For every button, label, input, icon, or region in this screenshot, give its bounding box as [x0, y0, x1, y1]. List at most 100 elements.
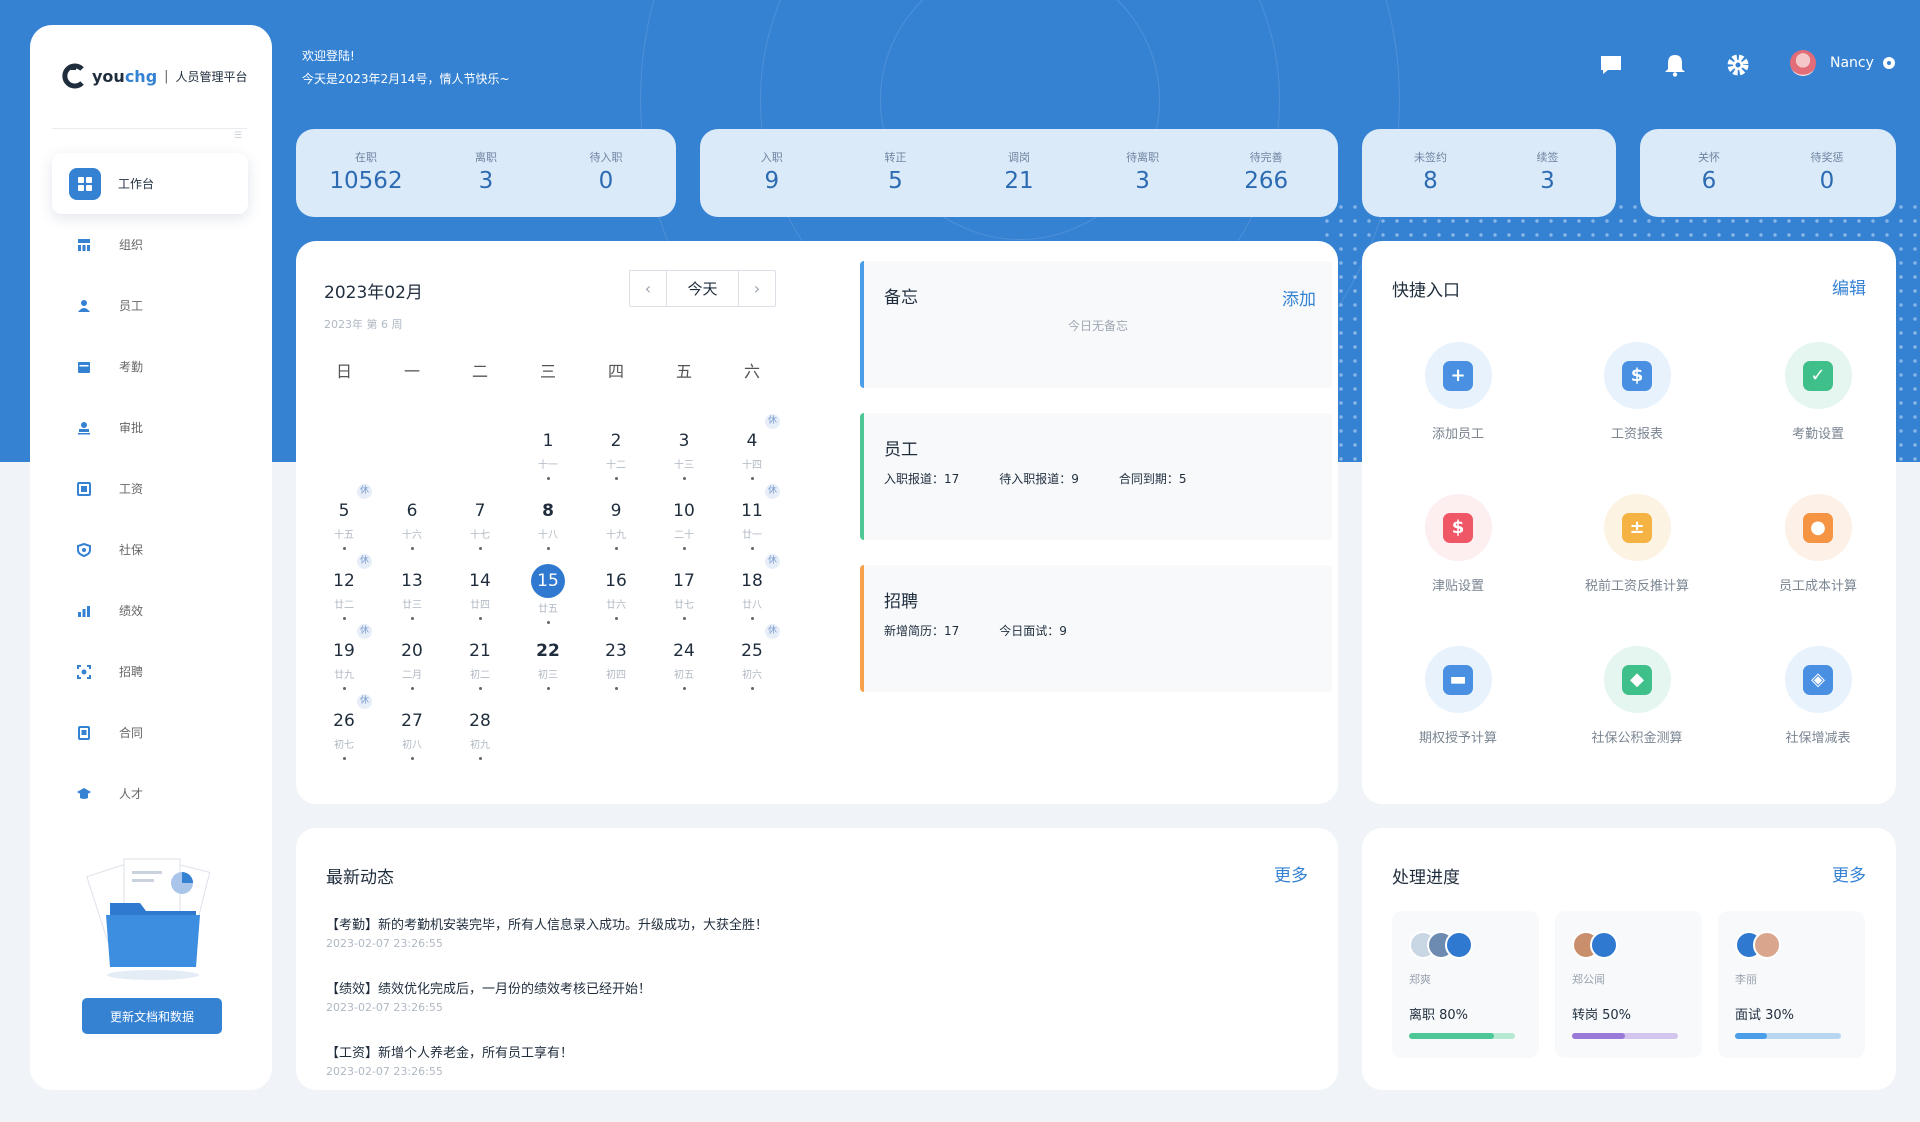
calendar-day[interactable]: 24 初五	[664, 638, 704, 690]
calendar-day[interactable]: 27 初八	[392, 708, 432, 760]
calendar-day[interactable]: 21 初二	[460, 638, 500, 690]
event-dot	[750, 477, 754, 480]
calendar-day[interactable]: 16 廿六	[596, 568, 636, 620]
calendar-day[interactable]: 4 十四 休	[732, 414, 780, 480]
add-memo-button[interactable]: 添加	[1282, 285, 1316, 310]
progress-item[interactable]: 李丽 面试 30%	[1718, 911, 1865, 1058]
stat-value: 6	[1701, 168, 1717, 194]
calendar-day[interactable]: 10 二十	[664, 498, 704, 550]
lunar-date: 廿三	[402, 600, 422, 611]
quick-entry-item[interactable]: + 添加员工	[1388, 342, 1528, 442]
graduation-icon	[76, 786, 92, 802]
calendar-day[interactable]: 2 十二	[596, 428, 636, 480]
calendar-day[interactable]: 28 初九	[460, 708, 500, 760]
sidebar-item-performance[interactable]: 绩效	[52, 580, 248, 641]
stat-unsigned[interactable]: 未签约 8	[1381, 129, 1481, 217]
calendar-day[interactable]: 6 十六	[392, 498, 432, 550]
calendar-week: 2023年 第 6 周	[324, 318, 403, 331]
calendar-day[interactable]: 12 廿二 休	[324, 554, 372, 620]
quick-entry-item[interactable]: $ 工资报表	[1567, 342, 1707, 442]
sidebar-item-payroll[interactable]: 工资	[52, 458, 248, 519]
employee-title: 员工	[884, 440, 918, 460]
edit-quick-button[interactable]: 编辑	[1832, 274, 1866, 299]
weekday-label: 二	[471, 362, 488, 381]
stat-value: 10562	[329, 168, 403, 194]
recruit-panel[interactable]: 招聘 新增简历：17 今日面试：9	[860, 565, 1332, 692]
calendar-day[interactable]: 22 初三	[528, 638, 568, 690]
today-button[interactable]: 今天	[666, 271, 739, 306]
calendar-day[interactable]: 19 廿九 休	[324, 624, 372, 690]
quick-entry-item[interactable]: ✓ 考勤设置	[1748, 342, 1888, 442]
calendar-day[interactable]: 9 十九	[596, 498, 636, 550]
stat-rewards[interactable]: 待奖惩 0	[1777, 129, 1877, 217]
calendar-day[interactable]: 17 廿七	[664, 568, 704, 620]
day-number: 22	[536, 641, 560, 661]
sidebar-item-contract[interactable]: 合同	[52, 702, 248, 763]
sidebar-item-org[interactable]: 组织	[52, 214, 248, 275]
quick-entry-item[interactable]: ◈ 社保增减表	[1748, 646, 1888, 746]
stat-transfer[interactable]: 调岗 21	[969, 129, 1069, 217]
calendar-day[interactable]: 26 初七 休	[324, 694, 372, 760]
day-number: 12	[333, 571, 355, 591]
news-item[interactable]: 【考勤】新的考勤机安装完毕，所有人信息录入成功。升级成功，大获全胜！ 2023-0…	[326, 914, 768, 950]
sidebar-item-social-security[interactable]: 社保	[52, 519, 248, 580]
calendar-day[interactable]: 11 廿一 休	[732, 484, 780, 550]
calendar-day[interactable]: 14 廿四	[460, 568, 500, 620]
sidebar-item-recruit[interactable]: 招聘	[52, 641, 248, 702]
news-item[interactable]: 【绩效】绩效优化完成后，一月份的绩效考核已经开始！ 2023-02-07 23:2…	[326, 978, 651, 1014]
progress-person: 郑爽	[1409, 973, 1431, 986]
event-dot	[614, 477, 618, 480]
calendar-day-today[interactable]: 15 廿五	[528, 564, 568, 624]
quick-entry-item[interactable]: ● 员工成本计算	[1748, 494, 1888, 594]
update-docs-button[interactable]: 更新文档和数据	[82, 998, 222, 1034]
stat-pending-leave[interactable]: 待离职 3	[1093, 129, 1193, 217]
bell-icon[interactable]	[1662, 52, 1688, 78]
sidebar-item-talent[interactable]: 人才	[52, 763, 248, 824]
quick-entry-label: 税前工资反推计算	[1584, 579, 1689, 594]
calendar-day[interactable]: 3 十三	[664, 428, 704, 480]
calendar-day[interactable]: 1 十一	[528, 428, 568, 480]
calendar-day[interactable]: 7 十七	[460, 498, 500, 550]
calendar-day[interactable]: 20 二月	[392, 638, 432, 690]
news-more-link[interactable]: 更多	[1274, 861, 1308, 886]
collapse-icon[interactable]: ☰	[234, 131, 242, 141]
sidebar-item-approval[interactable]: 审批	[52, 397, 248, 458]
sidebar-item-dashboard[interactable]: 工作台	[52, 153, 248, 214]
gear-icon[interactable]	[1725, 52, 1751, 78]
news-item[interactable]: 【工资】新增个人养老金，所有员工享有！ 2023-02-07 23:26:55	[326, 1042, 573, 1078]
quick-entry-item[interactable]: $ 津贴设置	[1388, 494, 1528, 594]
stat-active[interactable]: 在职 10562	[316, 129, 416, 217]
chevron-right-icon[interactable]: ›	[739, 271, 775, 306]
calendar-day[interactable]: 25 初六 休	[732, 624, 780, 690]
sidebar-item-staff[interactable]: 员工	[52, 275, 248, 336]
calendar-day[interactable]: 13 廿三	[392, 568, 432, 620]
stat-regular[interactable]: 转正 5	[845, 129, 945, 217]
stat-left[interactable]: 离职 3	[436, 129, 536, 217]
quick-entry-item[interactable]: ▬ 期权授予计算	[1388, 646, 1528, 746]
calendar-day[interactable]: 23 初四	[596, 638, 636, 690]
stat-renew[interactable]: 续签 3	[1498, 129, 1598, 217]
calendar-day[interactable]: 18 廿八 休	[732, 554, 780, 620]
message-icon[interactable]	[1598, 52, 1624, 78]
calendar-day[interactable]: 5 十五 休	[324, 484, 372, 550]
employee-panel[interactable]: 员工 入职报道：17 待入职报道：9 合同到期：5	[860, 413, 1332, 540]
chevron-down-icon	[1882, 57, 1895, 69]
quick-entry-label: 社保增减表	[1785, 731, 1851, 746]
stat-label: 待完善	[1249, 151, 1283, 164]
sidebar-item-attendance[interactable]: 考勤	[52, 336, 248, 397]
chevron-left-icon[interactable]: ‹	[630, 271, 666, 306]
quick-entry-item[interactable]: ◆ 社保公积金测算	[1567, 646, 1707, 746]
stat-incomplete[interactable]: 待完善 266	[1216, 129, 1316, 217]
avatar-group	[1409, 931, 1473, 959]
stat-onboard[interactable]: 入职 9	[722, 129, 822, 217]
progress-more-link[interactable]: 更多	[1832, 861, 1866, 886]
user-menu[interactable]: Nancy	[1790, 50, 1895, 76]
progress-item[interactable]: 郑爽 离职 80%	[1392, 911, 1539, 1058]
quick-entry-glyph: $	[1622, 360, 1652, 391]
calendar-day[interactable]: 8 十八	[528, 498, 568, 550]
stat-care[interactable]: 关怀 6	[1659, 129, 1759, 217]
quick-entry-item[interactable]: ± 税前工资反推计算	[1567, 494, 1707, 594]
bar-chart-icon	[76, 603, 92, 619]
progress-item[interactable]: 郑公闻 转岗 50%	[1555, 911, 1702, 1058]
stat-pending-onboard[interactable]: 待入职 0	[556, 129, 656, 217]
